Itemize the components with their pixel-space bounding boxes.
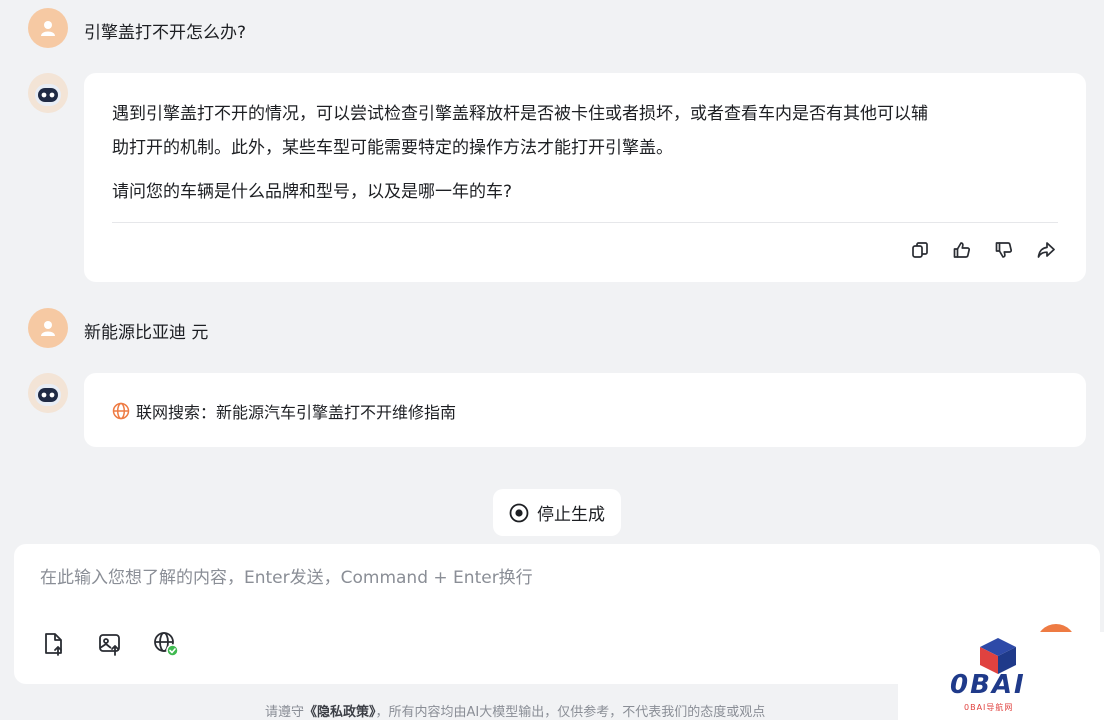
- answer-line-1: 遇到引擎盖打不开的情况，可以尝试检查引擎盖释放杆是否被卡住或者损坏，或者查看车内…: [112, 104, 928, 124]
- robot-icon: [28, 73, 68, 113]
- answer-actions: [910, 239, 1056, 261]
- image-upload-icon[interactable]: [96, 630, 124, 658]
- user-avatar: [28, 8, 68, 48]
- chat-input[interactable]: [38, 562, 942, 594]
- stop-generating-label: 停止生成: [537, 505, 605, 525]
- user-avatar: [28, 308, 68, 348]
- privacy-policy-link[interactable]: 《隐私政策》: [304, 705, 376, 720]
- footer-suffix: ，所有内容均由AI大模型输出，仅供参考，不代表我们的态度或观点: [375, 705, 766, 720]
- search-status-text: 联网搜索：新能源汽车引擎盖打不开维修指南: [136, 403, 457, 422]
- copy-icon[interactable]: [910, 239, 930, 261]
- stop-icon: [509, 503, 529, 522]
- answer-divider: [112, 222, 1058, 223]
- answer-line-2: 助打开的机制。此外，某些车型可能需要特定的操作方法才能打开引擎盖。: [112, 138, 673, 158]
- globe-icon: [112, 402, 130, 420]
- answer-question: 请问您的车辆是什么品牌和型号，以及是哪一年的车?: [112, 182, 513, 202]
- user-icon: [41, 321, 55, 336]
- watermark-brand: 0BAI: [950, 670, 1026, 700]
- thumbs-up-icon[interactable]: [952, 239, 972, 261]
- bot-answer-card: 遇到引擎盖打不开的情况，可以尝试检查引擎盖释放杆是否被卡住或者损坏，或者查看车内…: [84, 73, 1086, 282]
- bot-search-card: 联网搜索：新能源汽车引擎盖打不开维修指南: [84, 373, 1086, 447]
- bot-avatar: [28, 73, 68, 113]
- user-message-1: 引擎盖打不开怎么办?: [84, 23, 247, 43]
- watermark-logo: 0BAI 0BAI导航网: [898, 632, 1104, 720]
- stop-generating-button[interactable]: 停止生成: [493, 489, 621, 536]
- web-search-status: 联网搜索：新能源汽车引擎盖打不开维修指南: [112, 399, 456, 423]
- file-upload-icon[interactable]: [40, 630, 68, 658]
- web-search-icon[interactable]: [152, 630, 180, 658]
- footer-disclaimer: 请遵守《隐私政策》，所有内容均由AI大模型输出，仅供参考，不代表我们的态度或观点: [265, 701, 765, 720]
- share-icon[interactable]: [1036, 239, 1056, 261]
- thumbs-down-icon[interactable]: [994, 239, 1014, 261]
- footer-prefix: 请遵守: [265, 705, 305, 720]
- bot-avatar: [28, 373, 68, 413]
- watermark-subtitle: 0BAI导航网: [964, 703, 1014, 712]
- user-icon: [41, 21, 55, 36]
- robot-icon: [28, 373, 68, 413]
- user-message-2: 新能源比亚迪 元: [84, 323, 209, 343]
